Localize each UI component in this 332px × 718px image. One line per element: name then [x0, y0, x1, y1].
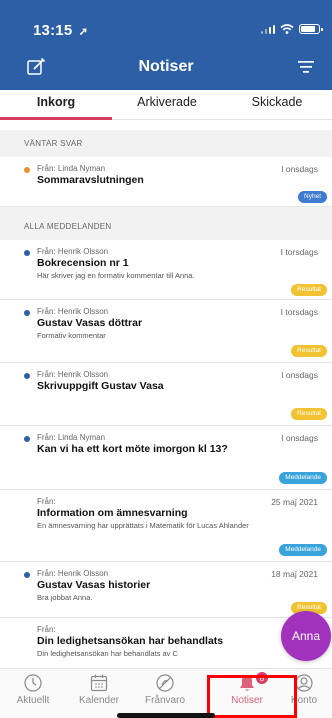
app-header: 13:15 ➚ Notiser	[0, 0, 332, 90]
list-item[interactable]: Från: Linda Nyman I onsdags Kan vi ha et…	[0, 426, 332, 490]
date: 18 maj 2021	[271, 569, 318, 579]
message-preview: Din ledighetsansökan har behandlats av C	[37, 649, 178, 658]
filter-icon[interactable]	[298, 60, 314, 74]
date: I onsdags	[281, 370, 318, 380]
nav-bar: Notiser	[0, 50, 332, 84]
page-title: Notiser	[138, 58, 194, 75]
sender: Från: Henrik Olsson	[37, 247, 109, 256]
time-text: 13:15	[33, 22, 73, 39]
unread-dot	[24, 373, 30, 379]
unread-dot	[24, 167, 30, 173]
message-preview: Formativ kommentar	[37, 331, 106, 340]
nav-label: Frånvaro	[144, 695, 185, 706]
list-item[interactable]: Från: Henrik Olsson I torsdags Gustav Va…	[0, 300, 332, 363]
tab-skickade[interactable]: Skickade	[222, 90, 332, 120]
date: I onsdags	[281, 164, 318, 174]
unread-dot	[24, 250, 30, 256]
message-title: Kan vi ha ett kort möte imorgon kl 13?	[37, 443, 228, 455]
sender: Från: Henrik Olsson	[37, 307, 109, 316]
absence-icon	[156, 674, 174, 692]
clock-icon	[24, 674, 42, 692]
message-preview: Bra jobbat Anna.	[37, 593, 93, 602]
list-item[interactable]: Från: Henrik Olsson I torsdags Bokrecens…	[0, 240, 332, 300]
tab-inkorg[interactable]: Inkorg	[0, 90, 112, 120]
home-indicator	[117, 713, 215, 718]
message-title: Gustav Vasas döttrar	[37, 317, 143, 329]
battery-icon	[299, 24, 323, 34]
date: I torsdags	[280, 247, 318, 257]
sender: Från: Linda Nyman	[37, 164, 106, 173]
message-preview: Här skriver jag en formativ kommentar ti…	[37, 271, 195, 280]
tab-arkiverade[interactable]: Arkiverade	[112, 90, 222, 120]
message-title: Skrivuppgift Gustav Vasa	[37, 380, 164, 392]
nav-label: Aktuellt	[16, 695, 50, 706]
sender: Från: Henrik Olsson	[37, 569, 109, 578]
calendar-icon	[90, 674, 108, 692]
location-icon: ➚	[78, 26, 89, 38]
sender: Från: Henrik Olsson	[37, 370, 109, 379]
list-item[interactable]: Från: Henrik Olsson I onsdags Skrivuppgi…	[0, 363, 332, 426]
list-item[interactable]: Från: Henrik Olsson 18 maj 2021 Gustav V…	[0, 562, 332, 618]
nav-aktuellt[interactable]: Aktuellt	[0, 673, 66, 706]
unread-dot	[24, 310, 30, 316]
status-time: 13:15 ➚	[33, 22, 88, 39]
category-badge: Resultat	[291, 408, 327, 420]
category-badge: Resultat	[291, 284, 327, 296]
highlight-box	[207, 675, 297, 718]
status-bar: 13:15 ➚	[0, 0, 332, 48]
message-title: Gustav Vasas historier	[37, 579, 151, 591]
sender: Från: Linda Nyman	[37, 433, 106, 442]
profile-fab[interactable]: Anna	[281, 611, 331, 661]
date: I torsdags	[280, 307, 318, 317]
message-title: Bokrecension nr 1	[37, 257, 129, 269]
list-item[interactable]: Från: 25 maj 2021 Information om ämnesva…	[0, 490, 332, 562]
sender: Från:	[37, 625, 56, 634]
tab-bar: Inkorg Arkiverade Skickade	[0, 90, 332, 120]
nav-label: Kalender	[78, 695, 120, 706]
category-badge: Meddelande	[279, 472, 327, 484]
signal-icon	[260, 24, 275, 34]
section-header-waiting: VÄNTAR SVAR	[0, 130, 332, 157]
category-badge: Nyhet	[298, 191, 327, 203]
category-badge: Resultat	[291, 345, 327, 357]
system-icons	[260, 24, 323, 34]
category-badge: Meddelande	[279, 544, 327, 556]
date: I onsdags	[281, 433, 318, 443]
message-title: Information om ämnesvarning	[37, 507, 188, 519]
account-icon	[295, 674, 313, 692]
nav-franvaro[interactable]: Frånvaro	[132, 673, 198, 706]
unread-dot	[24, 436, 30, 442]
section-header-all: ALLA MEDDELANDEN	[0, 207, 332, 240]
wifi-icon	[280, 24, 294, 34]
list-item[interactable]: Från: Linda Nyman I onsdags Sommaravslut…	[0, 157, 332, 207]
sender: Från:	[37, 497, 56, 506]
message-preview: En ämnesvarning har upprättats i Matemat…	[37, 521, 249, 530]
nav-kalender[interactable]: Kalender	[66, 673, 132, 706]
date: 25 maj 2021	[271, 497, 318, 507]
active-tab-indicator	[0, 117, 112, 120]
message-title: Din ledighetsansökan har behandlats	[37, 635, 224, 647]
message-title: Sommaravslutningen	[37, 174, 144, 186]
unread-dot	[24, 572, 30, 578]
